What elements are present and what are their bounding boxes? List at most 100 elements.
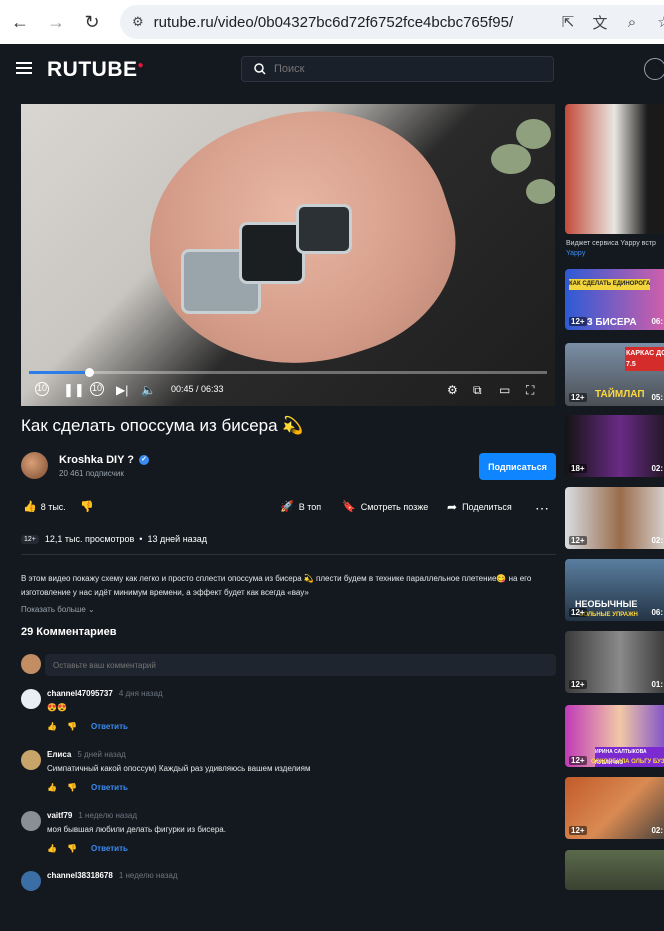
video-player[interactable]: 10 ❚❚ 10 ▶| 🔈 00:45 / 06:33 ⚙ ⧉ ▭ ⛶ (21, 104, 555, 406)
recommended-video-thumbnail[interactable]: КАК СДЕЛАТЬ ЕДИНОРОГА 12+ 3 БИСЕРА 06: (565, 269, 664, 330)
upload-icon[interactable] (644, 58, 664, 80)
recommended-video-title[interactable]: Виджет сервиса Yappy встр (566, 240, 656, 247)
age-badge: 12+ (569, 756, 587, 765)
age-badge: 12+ (569, 317, 587, 326)
recommended-video-thumbnail[interactable]: НЕОБЫЧНЫЕ БОЛЬНЫЕ УПРАЖН 12+ 06: (565, 559, 664, 621)
dislike-button[interactable]: 👎 (80, 500, 94, 513)
comment-time: 1 неделю назад (78, 811, 138, 820)
forward-10-icon[interactable]: 10 (90, 382, 104, 396)
translate-icon[interactable]: 文 (584, 12, 616, 33)
comment-author[interactable]: channel38318678 1 неделю назад (47, 871, 178, 880)
site-settings-icon[interactable]: ⚙ (132, 14, 144, 30)
age-badge: 18+ (569, 464, 587, 473)
recommended-video-thumbnail[interactable] (565, 850, 664, 890)
thumbs-up-icon: 👍 (23, 501, 37, 513)
url-text[interactable]: rutube.ru/video/0b04327bc6d72f6752fce4bc… (154, 14, 513, 31)
share-arrow-icon: ➦ (447, 500, 458, 514)
search-box[interactable] (241, 56, 554, 82)
comment-time: 4 дня назад (118, 689, 163, 698)
rewind-10-icon[interactable]: 10 (35, 382, 49, 396)
miniplayer-icon[interactable]: ⧉ (473, 382, 482, 398)
share-button[interactable]: ➦ Поделиться (447, 500, 512, 514)
comment-like-icon[interactable]: 👍 (47, 783, 57, 792)
zoom-icon[interactable]: ⌕ (616, 14, 648, 31)
recommended-video-thumbnail[interactable]: КАРКАС ДОМ 7.5 ТАЙМЛАП 12+ 05: (565, 343, 664, 406)
rocket-icon: 🚀 (280, 501, 294, 513)
show-more-link[interactable]: Показать больше ⌄ (21, 605, 95, 614)
comment-author[interactable]: vaitf79 1 неделю назад (47, 811, 137, 820)
thumbnail-caption: ОСКОРБИЛА ОЛЬГУ БУЗ (591, 759, 664, 765)
thumbnail-caption: БОЛЬНЫЕ УПРАЖН (579, 612, 638, 618)
like-button[interactable]: 👍 8 тыс. (23, 500, 66, 513)
comment-text: моя бывшая любили делать фигурки из бисе… (47, 825, 226, 834)
user-avatar (21, 654, 41, 674)
recommended-video-channel[interactable]: Yappy (566, 250, 585, 257)
comment-dislike-icon[interactable]: 👎 (67, 844, 77, 853)
comment-author[interactable]: channel47095737 4 дня назад (47, 689, 163, 698)
mute-icon[interactable]: 🔈 (141, 382, 156, 398)
progress-bar[interactable] (29, 368, 547, 377)
comment-item: channel47095737 4 дня назад 😍😍 👍 👎 Ответить (21, 689, 561, 749)
rutube-logo[interactable]: RUTUBE● (47, 58, 144, 82)
recommended-video-thumbnail[interactable]: 12+ 02: (565, 487, 664, 549)
forward-arrow-icon[interactable]: → (44, 10, 68, 34)
comment-dislike-icon[interactable]: 👎 (67, 722, 77, 731)
age-rating-badge: 12+ (21, 534, 39, 544)
fullscreen-icon[interactable]: ⛶ (526, 382, 534, 398)
thumbnail-caption: 3 БИСЕРА (587, 317, 637, 328)
settings-gear-icon[interactable]: ⚙ (447, 382, 458, 398)
recommended-video-thumbnail[interactable]: ИРИНА САЛТЫКОВА ПУБЛИЧНО 12+ ОСКОРБИЛА О… (565, 705, 664, 767)
comment-author[interactable]: Елиса 5 дней назад (47, 750, 126, 759)
reply-button[interactable]: Ответить (91, 783, 128, 792)
to-top-button[interactable]: 🚀 В топ (280, 500, 321, 513)
recommended-video-thumbnail[interactable]: 12+ 02: (565, 777, 664, 839)
video-title: Как сделать опоссума из бисера 💫 (21, 416, 304, 435)
channel-name[interactable]: Kroshka DIY ? ✓ (59, 454, 150, 466)
pause-icon[interactable]: ❚❚ (63, 382, 85, 398)
channel-avatar[interactable] (21, 452, 48, 479)
commenter-avatar[interactable] (21, 871, 41, 891)
thumbnail-caption: КАРКАС ДОМ 7.5 (625, 347, 664, 371)
progress-knob[interactable] (84, 368, 94, 377)
video-frame-leaf (491, 144, 531, 174)
video-frame-leaf (526, 179, 555, 204)
video-frame-bead-box (296, 204, 352, 254)
description-line: изготовление у нас идёт минимум времени,… (21, 588, 309, 597)
player-controls: 10 ❚❚ 10 ▶| 🔈 00:45 / 06:33 ⚙ ⧉ ▭ ⛶ (21, 368, 555, 406)
comments-count: 29 Комментариев (21, 626, 117, 638)
more-options-icon[interactable]: ⋯ (535, 500, 549, 517)
subscribe-button[interactable]: Подписаться (479, 453, 556, 480)
address-bar[interactable]: ⚙ rutube.ru/video/0b04327bc6d72f6752fce4… (120, 5, 664, 39)
reload-icon[interactable]: ↻ (80, 10, 104, 34)
duration-label: 06: (651, 317, 663, 326)
comment-like-icon[interactable]: 👍 (47, 844, 57, 853)
commenter-avatar[interactable] (21, 811, 41, 831)
comment-input[interactable] (45, 654, 556, 676)
comment-text: Симпатичный какой опоссум) Каждый раз уд… (47, 764, 311, 773)
chevron-down-icon: ⌄ (88, 605, 95, 614)
commenter-avatar[interactable] (21, 750, 41, 770)
comment-dislike-icon[interactable]: 👎 (67, 783, 77, 792)
bookmark-star-icon[interactable]: ☆ (648, 13, 664, 31)
commenter-avatar[interactable] (21, 689, 41, 709)
reply-button[interactable]: Ответить (91, 844, 128, 853)
recommended-video-thumbnail[interactable]: 12+ 01: (565, 631, 664, 693)
subscriber-count: 20 461 подписчик (59, 469, 124, 478)
next-icon[interactable]: ▶| (116, 382, 128, 398)
view-count: 12,1 тыс. просмотров (44, 534, 135, 544)
open-in-app-icon[interactable]: ⇱ (552, 13, 584, 31)
back-arrow-icon[interactable]: ← (8, 10, 32, 34)
description-line: В этом видео покажу схему как легко и пр… (21, 574, 532, 583)
watch-later-button[interactable]: 🔖 Смотреть позже (342, 500, 428, 513)
recommended-video-thumbnail[interactable]: 18+ 02: (565, 415, 664, 477)
search-icon (254, 63, 266, 75)
comment-item: vaitf79 1 неделю назад моя бывшая любили … (21, 811, 561, 871)
menu-icon[interactable] (16, 62, 32, 74)
theater-mode-icon[interactable]: ▭ (499, 382, 510, 398)
comment-time: 1 неделю назад (118, 871, 178, 880)
comment-like-icon[interactable]: 👍 (47, 722, 57, 731)
recommended-video-thumbnail[interactable] (565, 104, 664, 234)
search-input[interactable] (274, 63, 534, 75)
duration-label: 02: (651, 826, 663, 835)
reply-button[interactable]: Ответить (91, 722, 128, 731)
